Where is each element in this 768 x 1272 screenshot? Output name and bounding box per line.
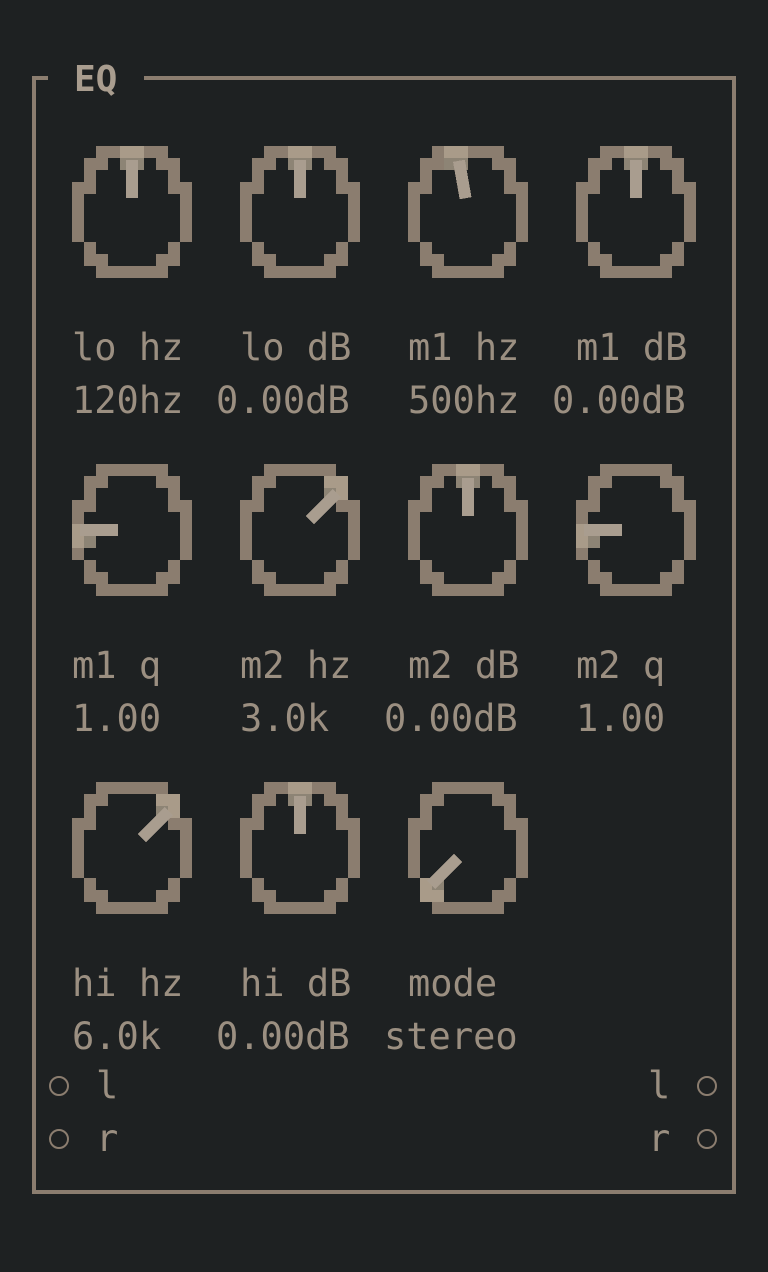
input-label-l: l [96,1064,119,1107]
knob-dial[interactable] [240,464,360,596]
frame-left [32,76,36,1194]
output-label-l: l [648,1064,671,1107]
frame-top-right [144,76,736,80]
knob-dial[interactable] [408,146,528,278]
knob-cell-9: hi dB 0.00dB [216,782,408,1062]
knob-label: m1 dB [576,326,688,369]
knob-indicator [305,488,342,525]
knob-dial[interactable] [240,782,360,914]
knob-indicator [426,853,463,890]
knob-value: 120hz [72,379,184,422]
input-port-l[interactable] [49,1076,69,1096]
knob-icon [240,146,360,278]
knob-label: m1 q [72,644,162,687]
knob-value: 500hz [408,379,520,422]
knob-cell-4: m1 q 1.00 [72,464,240,744]
knob-cell-2: m1 hz 500hz [408,146,576,426]
knob-label: mode [408,962,498,1005]
output-port-l[interactable] [697,1076,717,1096]
knob-value: 6.0k [72,1015,162,1058]
knob-cell-8: hi hz 6.0k [72,782,240,1062]
knob-cell-5: m2 hz 3.0k [240,464,408,744]
input-port-r[interactable] [49,1129,69,1149]
knob-icon [576,146,696,278]
knob-icon [72,146,192,278]
knob-dial[interactable] [72,146,192,278]
knob-indicator [453,159,472,200]
knob-dial[interactable] [240,146,360,278]
knob-label: lo dB [240,326,352,369]
knob-cell-7: m2 q 1.00 [576,464,744,744]
knob-icon [72,782,192,914]
knob-icon [240,782,360,914]
knob-icon [72,464,192,596]
knob-dial[interactable] [408,782,528,914]
knob-icon [408,146,528,278]
knob-value: 1.00 [576,697,666,740]
knob-value: 0.00dB [552,379,686,422]
output-label-r: r [648,1117,671,1160]
knob-label: m2 hz [240,644,352,687]
knob-value: 0.00dB [384,697,518,740]
knob-dial[interactable] [576,146,696,278]
knob-icon [240,464,360,596]
knob-value: 0.00dB [216,379,350,422]
knob-indicator [137,806,174,843]
knob-icon [408,464,528,596]
knob-value: 3.0k [240,697,330,740]
knob-label: m2 dB [408,644,520,687]
knob-value: 0.00dB [216,1015,350,1058]
knob-cell-0: lo hz 120hz [72,146,240,426]
knob-label: m2 q [576,644,666,687]
frame-bottom [32,1190,736,1194]
input-label-r: r [96,1117,119,1160]
panel-title: EQ [72,58,120,102]
output-port-r[interactable] [697,1129,717,1149]
knob-label: hi hz [72,962,184,1005]
knob-value: stereo [384,1015,518,1058]
knob-dial[interactable] [408,464,528,596]
knob-label: hi dB [240,962,352,1005]
knob-value: 1.00 [72,697,162,740]
knob-cell-1: lo dB 0.00dB [216,146,408,426]
knob-icon [408,782,528,914]
knob-cell-10: mode stereo [384,782,576,1062]
knob-label: lo hz [72,326,184,369]
knob-cell-6: m2 dB 0.00dB [384,464,576,744]
knob-icon [576,464,696,596]
knob-cell-3: m1 dB 0.00dB [552,146,744,426]
knob-dial[interactable] [72,464,192,596]
knob-dial[interactable] [576,464,696,596]
knob-dial[interactable] [72,782,192,914]
knob-label: m1 hz [408,326,520,369]
